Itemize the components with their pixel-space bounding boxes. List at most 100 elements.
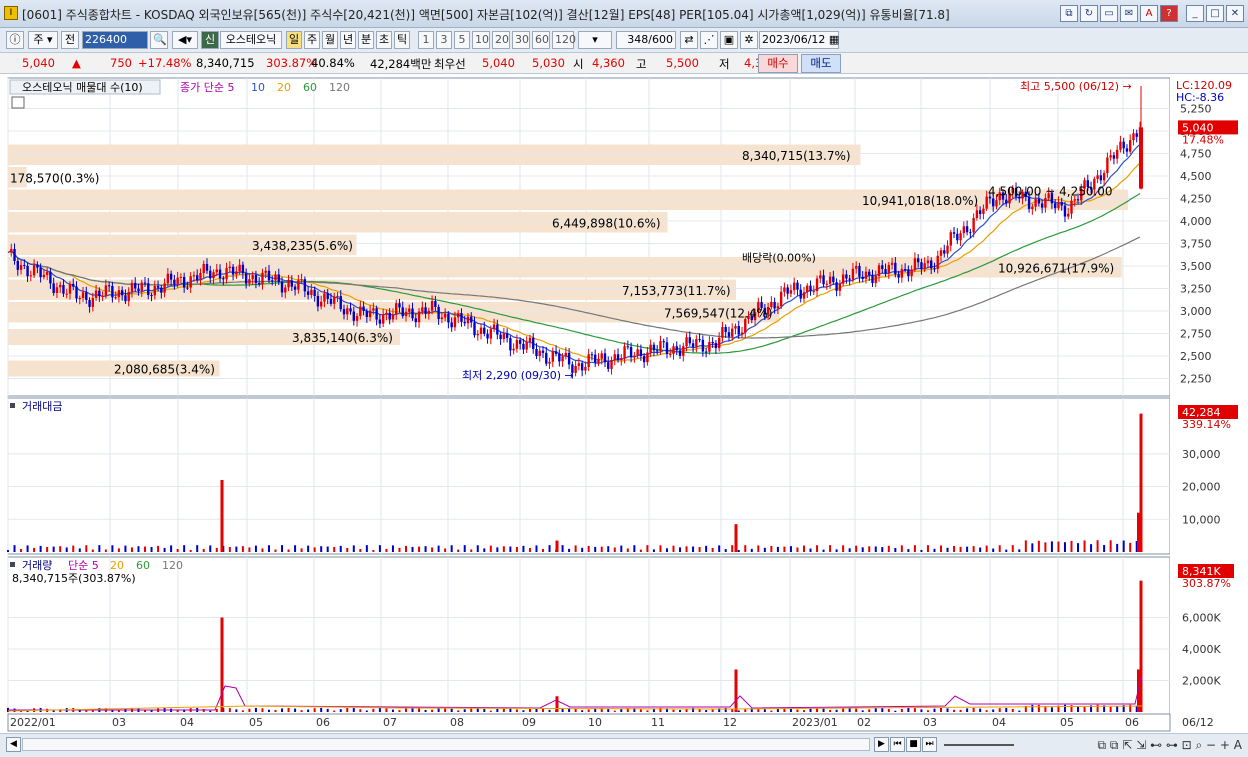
quote-bar: 5,040 ▲ 750 +17.48% 8,340,715 303.87% 40… [0,53,1248,74]
amount-bar [894,548,897,552]
sell-button[interactable]: 매도 [801,54,841,73]
candle-body [538,350,541,356]
candle-body [509,338,512,351]
candle-body [841,274,845,284]
count-preset-button[interactable]: 60 [532,31,550,49]
candle-body [264,270,267,273]
candle-body [744,319,747,333]
candle-body [75,286,78,299]
count-select[interactable]: ▾ [578,31,612,49]
interval-button[interactable]: 분 [358,31,374,49]
count-preset-button[interactable]: 20 [492,31,510,49]
amount-bar [457,549,460,552]
candle-body [838,283,842,291]
candle-body [186,287,189,289]
count-preset-button[interactable]: 1 [418,31,434,49]
interval-button[interactable]: 일 [286,31,302,49]
amount-bar [1063,542,1066,552]
amount-bar [215,547,218,552]
buy-button[interactable]: 매수 [758,54,798,73]
volume-bar [176,710,179,712]
volume-bar [209,710,212,712]
search-icon[interactable]: 🔍 [150,31,168,49]
fast-forward-icon[interactable]: ⏭ [922,737,937,752]
candle-body [499,334,502,340]
font-icon[interactable]: A [1140,5,1158,22]
amount-bar [626,548,629,552]
candle-body [1125,148,1129,152]
y-tick-label: 3,250 [1180,283,1212,296]
interval-button[interactable]: 년 [340,31,356,49]
zoom-slider[interactable] [944,744,1014,746]
amount-bar [294,545,297,552]
stop-icon[interactable]: ■ [906,737,921,752]
count-preset-button[interactable]: 3 [436,31,452,49]
interval-button[interactable]: 월 [322,31,338,49]
zoom-tools[interactable]: ⧉ ⧉ ⇱ ⇲ ⊷ ⊶ ⊡ ⌕ − + A [1098,738,1242,753]
info-icon[interactable]: ⓘ [6,31,24,49]
ma-period-label: 20 [277,81,291,94]
candle-body [489,329,493,339]
candle-body [1132,133,1135,141]
count-preset-button[interactable]: 10 [472,31,490,49]
amount-bar [91,549,94,552]
screen-icon[interactable]: ▭ [1100,5,1118,22]
link-window-icon[interactable]: ⧉ [1060,5,1078,22]
volume-bar [1011,708,1014,712]
stock-code-input[interactable]: 226400 [82,31,148,49]
count-preset-button[interactable]: 5 [454,31,470,49]
candle-body [460,313,463,322]
mail-icon[interactable]: ✉ [1120,5,1138,22]
close-button[interactable]: ✕ [1226,5,1244,22]
count-preset-button[interactable]: 120 [552,31,576,49]
speaker-icon[interactable]: ◀▾ [172,31,198,49]
amount-bar [1031,543,1034,552]
refresh-icon[interactable]: ↻ [1080,5,1098,22]
first-icon[interactable]: ⏮ [890,737,905,752]
candle-body [215,269,218,273]
candle-body [845,274,848,279]
interval-button[interactable]: 틱 [394,31,410,49]
scroll-track[interactable] [22,738,870,751]
save-icon[interactable]: ▣ [720,31,738,49]
volume-profile-label: 2,080,685(3.4%) [114,363,215,377]
stock-chart[interactable]: 5,2505,0004,7504,5004,2504,0003,7503,500… [0,74,1248,733]
candle-body [633,355,636,358]
candle-body [685,337,688,347]
new-button[interactable]: 신 [201,31,219,49]
link-icon[interactable]: ⇄ [680,31,698,49]
volume-bar [796,709,799,712]
candle-body [277,274,280,282]
candle-body [398,303,401,308]
settings-icon[interactable]: ✲ [740,31,758,49]
period-select[interactable]: 주 ▾ [28,31,58,49]
candle-body [815,278,819,292]
volume-bar [874,708,877,712]
volume-bar [254,707,257,712]
stock-name-field[interactable]: 오스테오닉 [220,31,282,49]
indicator-icon[interactable]: ⋰ [700,31,718,49]
scroll-right-icon[interactable]: ▶ [874,737,889,752]
y-tick-label: 6,000K [1182,612,1221,625]
amount-bar [835,549,838,552]
interval-button[interactable]: 주 [304,31,320,49]
count-preset-button[interactable]: 30 [512,31,530,49]
volume-bar [802,710,805,712]
x-axis-right-label: 06/12 [1182,716,1214,729]
amount-title: 거래대금 [22,400,62,413]
maximize-button[interactable]: □ [1206,5,1224,22]
amount-bar [665,548,668,552]
count-field[interactable]: 348/600 [616,31,676,49]
y-tick-label: 2,500 [1180,350,1212,363]
prev-button[interactable]: 전 [61,31,79,49]
minimize-button[interactable]: _ [1186,5,1204,22]
candle-body [597,358,600,363]
interval-button[interactable]: 초 [376,31,392,49]
open-value: 4,360 [592,56,625,70]
ma-period-label: 120 [329,81,350,94]
candle-body [884,269,887,274]
scroll-left-icon[interactable]: ◀ [6,737,21,752]
help-icon[interactable]: ? [1160,5,1178,22]
volume-bar [933,708,936,712]
date-field[interactable]: 2023/06/12 ▦ [759,31,839,49]
